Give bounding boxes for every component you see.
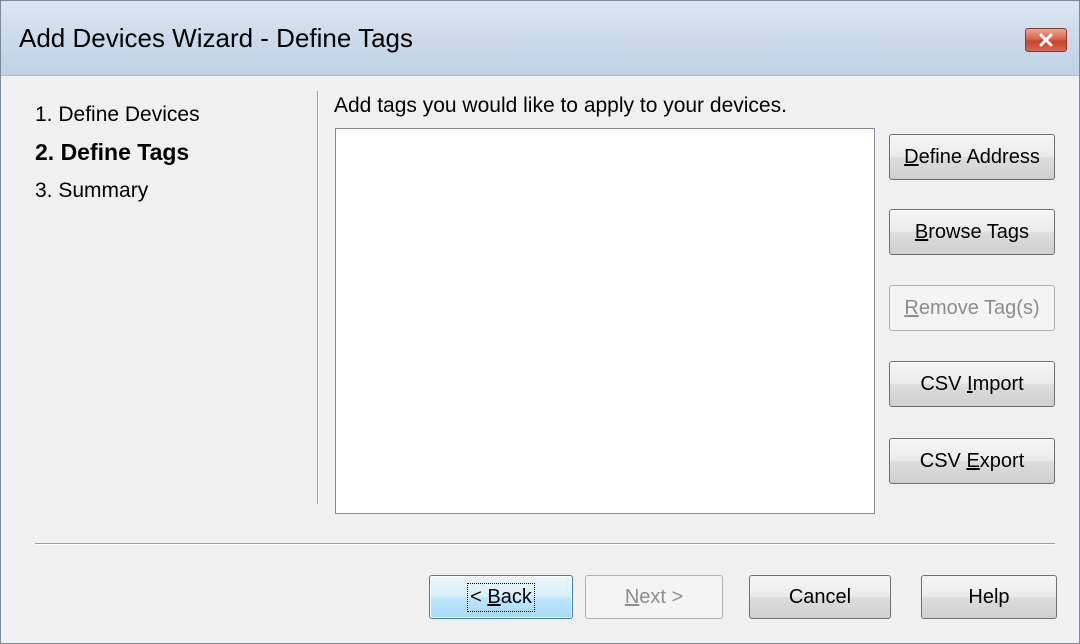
window-title: Add Devices Wizard - Define Tags bbox=[19, 23, 414, 53]
step-define-devices: 1. Define Devices bbox=[35, 103, 200, 126]
close-icon bbox=[1039, 33, 1053, 47]
step-summary: 3. Summary bbox=[35, 179, 149, 202]
help-button[interactable]: Help bbox=[921, 575, 1057, 619]
instruction-text: Add tags you would like to apply to your… bbox=[334, 94, 787, 117]
next-button[interactable]: Next > bbox=[585, 575, 723, 619]
tag-list[interactable] bbox=[335, 128, 875, 514]
cancel-button[interactable]: Cancel bbox=[749, 575, 891, 619]
define-address-button[interactable]: Define Address bbox=[889, 134, 1055, 180]
remove-tags-button[interactable]: Remove Tag(s) bbox=[889, 285, 1055, 331]
title-bar[interactable]: Add Devices Wizard - Define Tags bbox=[1, 1, 1079, 76]
wizard-window: Add Devices Wizard - Define Tags 1. Defi… bbox=[0, 0, 1080, 644]
close-button[interactable] bbox=[1025, 28, 1067, 52]
back-button[interactable]: < Back bbox=[429, 575, 573, 619]
horizontal-divider bbox=[35, 543, 1055, 545]
csv-export-button[interactable]: CSV Export bbox=[889, 438, 1055, 484]
step-define-tags: 2. Define Tags bbox=[35, 139, 190, 165]
csv-import-button[interactable]: CSV Import bbox=[889, 361, 1055, 407]
vertical-divider bbox=[317, 91, 319, 504]
browse-tags-button[interactable]: Browse Tags bbox=[889, 209, 1055, 255]
